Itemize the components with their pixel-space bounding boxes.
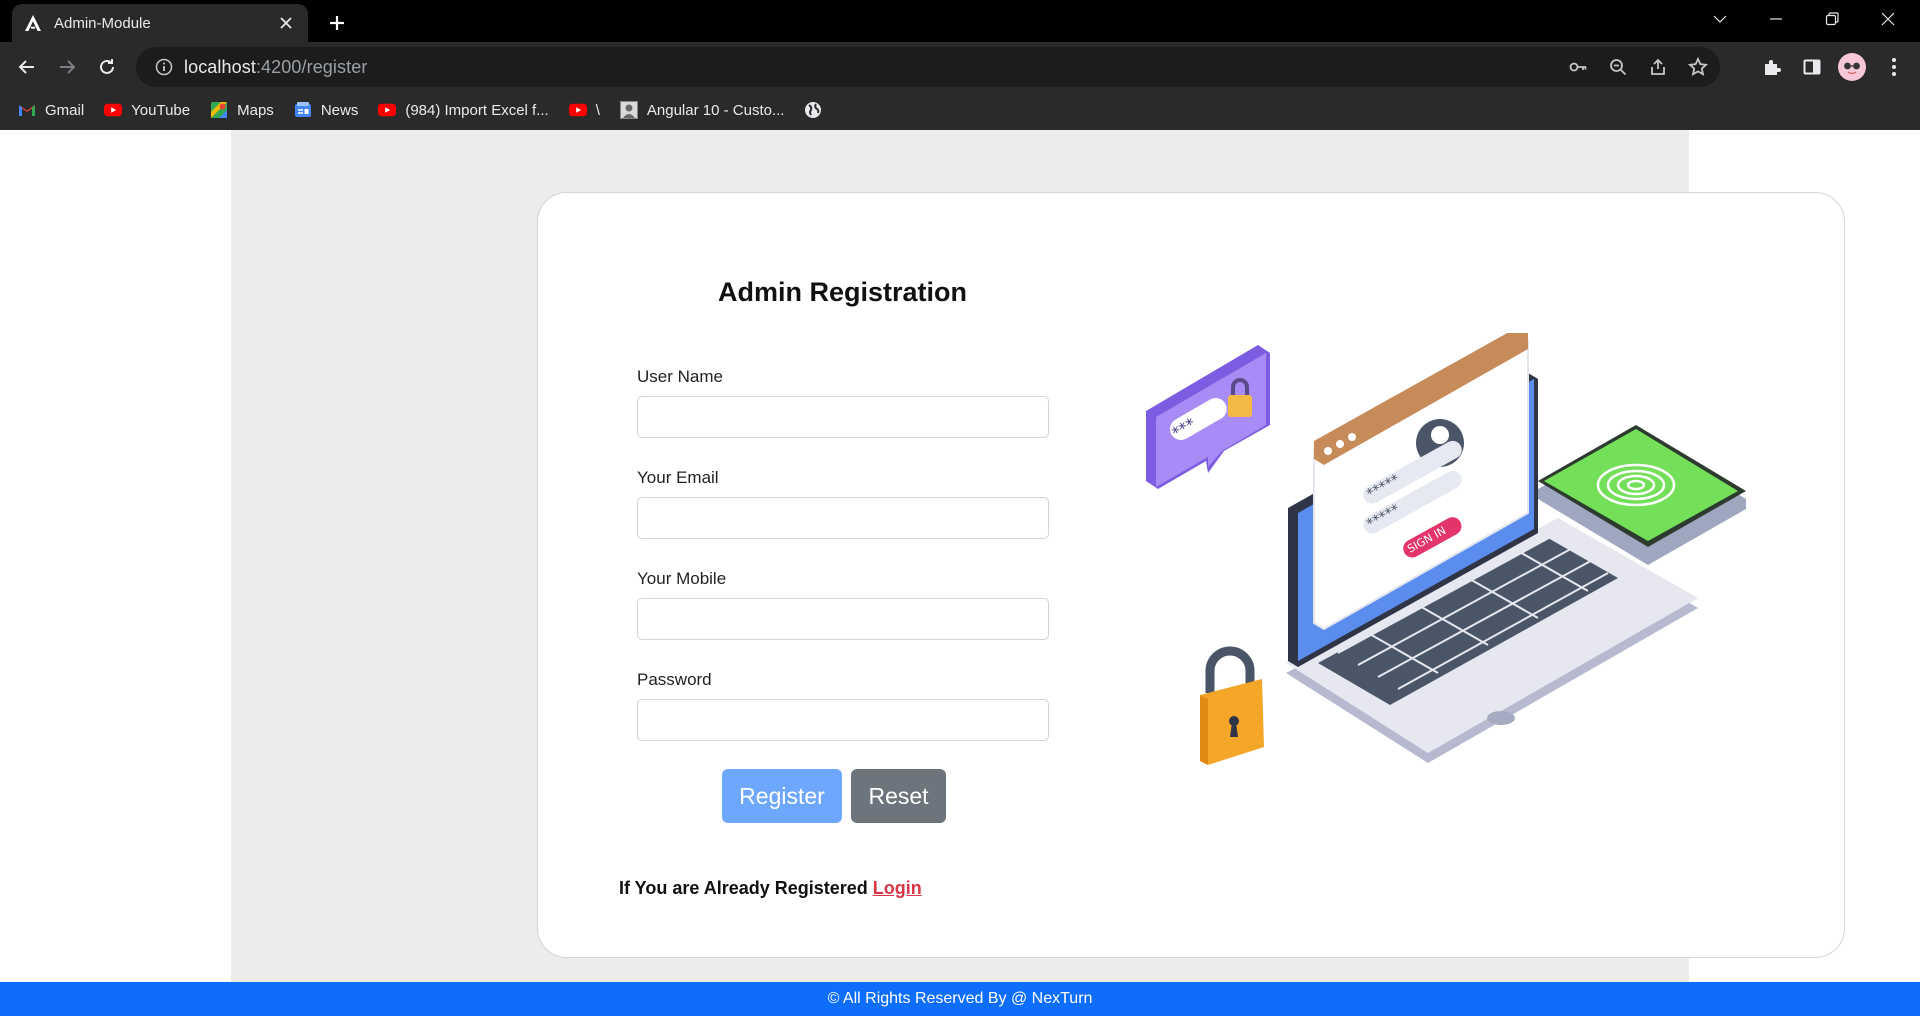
padlock-icon [1200,646,1264,765]
reload-button[interactable] [89,49,125,85]
back-button[interactable] [9,49,45,85]
bookmark-import-excel[interactable]: (984) Import Excel f... [378,101,549,119]
footer-text: © All Rights Reserved By @ NexTurn [827,990,1093,1007]
youtube-icon [378,101,397,119]
share-icon[interactable] [1644,53,1672,81]
bookmark-news[interactable]: News [294,101,359,119]
bookmark-angular-10[interactable]: Angular 10 - Custo... [619,101,785,119]
registration-card: Admin Registration User Name Your Email … [537,192,1845,958]
close-window-icon[interactable] [1860,0,1916,38]
restore-icon[interactable] [1804,0,1860,38]
profile-avatar[interactable] [1834,49,1870,85]
email-input[interactable] [637,497,1049,539]
bookmark-label: Gmail [45,101,85,119]
bookmark-youtube[interactable]: YouTube [104,101,190,119]
browser-toolbar: localhost:4200/register Gmail YouTube Ma… [0,42,1920,130]
key-icon[interactable] [1564,53,1592,81]
login-link[interactable]: Login [873,878,922,898]
tab-title: Admin-Module [54,14,151,32]
forward-button[interactable] [49,49,85,85]
youtube-icon [104,101,123,119]
register-button[interactable]: Register [722,769,842,823]
username-label: User Name [637,367,723,386]
minimize-icon[interactable] [1748,0,1804,38]
bookmark-globe[interactable] [804,101,831,119]
email-label: Your Email [637,468,719,487]
password-input[interactable] [637,699,1049,741]
bookmark-label: YouTube [131,101,191,119]
page-title: Admin Registration [718,277,968,307]
zoom-icon[interactable] [1604,53,1632,81]
bookmark-label: \ [595,101,600,119]
gmail-icon [18,101,36,119]
login-security-illustration: *** ***** ***** SIGN IN [1146,333,1746,765]
already-registered-label: If You are Already Registered [619,878,868,898]
reset-button[interactable]: Reset [851,769,946,823]
bookmark-label: (984) Import Excel f... [405,101,549,119]
bookmarks-bar: Gmail YouTube Maps News (984) Import Exc… [0,92,1920,128]
bookmark-label: News [320,101,359,119]
footer: © All Rights Reserved By @ NexTurn [0,982,1920,1016]
page-container: Admin Registration User Name Your Email … [231,130,1845,982]
url-text[interactable]: localhost:4200/register [184,57,367,78]
youtube-icon [568,101,587,119]
star-bookmark-icon[interactable] [1684,53,1712,81]
page-thumbnail-icon [619,101,638,119]
username-input[interactable] [637,396,1049,438]
page-content: Admin Registration User Name Your Email … [0,130,1920,1016]
browser-tab[interactable]: Admin-Module [12,4,308,42]
site-info-icon[interactable] [144,47,184,87]
url-host: localhost [184,56,256,77]
maps-icon [210,101,228,119]
already-registered-text: If You are Already Registered Login [619,878,922,899]
bookmark-maps[interactable]: Maps [210,101,274,119]
mobile-input[interactable] [637,598,1049,640]
mobile-label: Your Mobile [637,569,727,588]
news-icon [294,101,312,119]
password-label: Password [637,670,712,689]
tab-close-icon[interactable] [276,13,296,33]
globe-icon [804,101,822,119]
bookmark-label: Maps [237,101,274,119]
extensions-puzzle-icon[interactable] [1754,49,1790,85]
side-panel-icon[interactable] [1794,49,1830,85]
bookmark-backslash[interactable]: \ [568,101,600,119]
url-path: :4200/register [255,56,368,77]
bookmark-label: Angular 10 - Custo... [646,101,785,119]
password-chat-bubble-icon: *** [1146,345,1270,489]
tab-search-chevron-icon[interactable] [1692,0,1748,38]
bookmark-gmail[interactable]: Gmail [18,101,84,119]
new-tab-button[interactable] [322,8,352,38]
address-bar[interactable]: localhost:4200/register [136,47,1720,87]
angular-icon [24,14,42,32]
browser-title-bar: Admin-Module [0,0,1920,42]
browser-menu-icon[interactable] [1876,49,1912,85]
